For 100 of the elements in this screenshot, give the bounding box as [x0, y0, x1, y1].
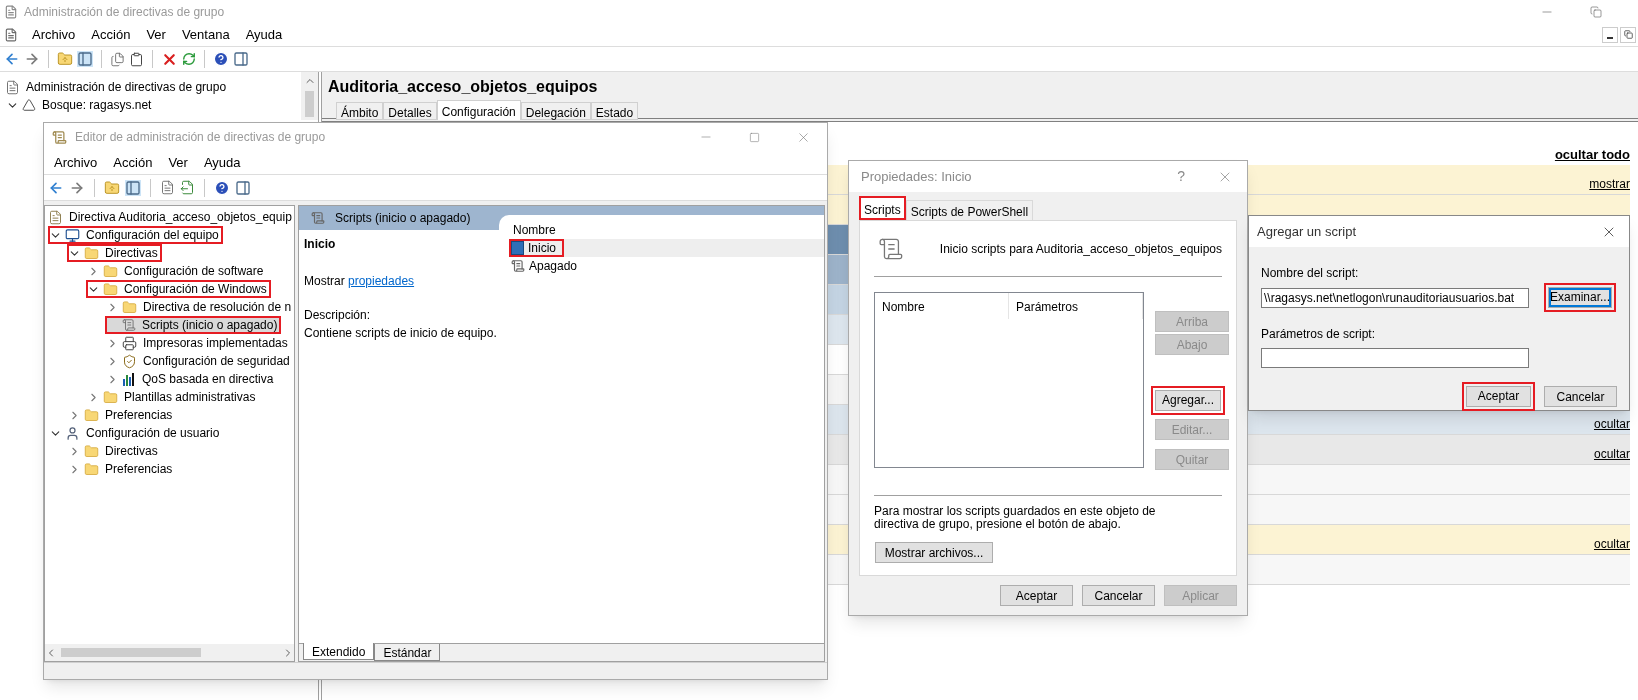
tree-item[interactable]: Directiva de resolución de n	[105, 298, 294, 316]
menu-item[interactable]: Ver	[160, 150, 196, 175]
help-icon[interactable]	[213, 51, 229, 67]
menu-item[interactable]: Ver	[138, 22, 174, 47]
view-tab[interactable]: Estándar	[374, 644, 441, 661]
action-pane-icon[interactable]	[235, 179, 251, 196]
list-item[interactable]: Apagado	[509, 257, 586, 275]
maximize-icon[interactable]	[749, 131, 760, 143]
menu-item[interactable]: Archivo	[24, 22, 84, 47]
shield-icon	[122, 353, 137, 369]
tree-item[interactable]: Configuración de seguridad	[105, 352, 294, 370]
restore-icon	[1623, 30, 1633, 39]
tab[interactable]: Delegación	[520, 102, 591, 120]
tree-item[interactable]: Preferencias	[67, 460, 177, 478]
scrollbar-thumb[interactable]	[305, 91, 314, 117]
list-item[interactable]: Inicio	[509, 239, 564, 257]
forward-icon[interactable]	[24, 51, 40, 67]
show-properties-text: Mostrar propiedades	[304, 273, 416, 290]
pane-title: Scripts (inicio o apagado)	[335, 210, 471, 227]
back-icon[interactable]	[4, 51, 20, 67]
folder-icon	[103, 389, 118, 405]
browse-button[interactable]: Examinar...	[1544, 283, 1616, 312]
properties-icon[interactable]	[160, 180, 175, 195]
restore-icon[interactable]	[1590, 5, 1602, 18]
column-header[interactable]: Parámetros	[1009, 293, 1143, 319]
script-name-field[interactable]: \\ragasys.net\netlogon\runauditoriausuarios.bat	[1261, 287, 1529, 308]
tree-item[interactable]: Plantillas administrativas	[86, 388, 260, 406]
tree-item[interactable]: Directivas	[67, 244, 162, 262]
field-label: Nombre del script:	[1261, 265, 1360, 282]
user-icon	[65, 425, 80, 441]
tree-item[interactable]: Configuración de Windows	[86, 280, 271, 298]
properties-link[interactable]: propiedades	[348, 274, 415, 288]
tree-item[interactable]: Administración de directivas de grupo	[5, 78, 231, 96]
refresh-icon[interactable]	[182, 52, 196, 66]
folder-up-icon[interactable]	[104, 179, 120, 196]
tab[interactable]: Ámbito	[336, 102, 384, 120]
document-icon	[4, 27, 18, 42]
tree-item[interactable]: Preferencias	[67, 406, 177, 424]
folder-icon	[84, 443, 99, 459]
tree-item[interactable]: Configuración del equipo	[48, 226, 223, 244]
menu-item[interactable]: Ventana	[173, 22, 238, 47]
child-minimize-button[interactable]	[1602, 26, 1618, 43]
hide-all-link[interactable]: ocultar todo	[1554, 144, 1630, 164]
toggle-link[interactable]: ocultar	[1593, 415, 1630, 433]
tree-item[interactable]: Configuración de usuario	[48, 424, 224, 442]
scripts-list[interactable]: Nombre Parámetros	[874, 292, 1144, 468]
tree-item[interactable]: Bosque: ragasys.net	[5, 96, 156, 114]
tab[interactable]: Scripts de PowerShell	[905, 200, 1034, 220]
toggle-link[interactable]: ocultar	[1593, 535, 1630, 553]
script-parameters-field[interactable]	[1261, 348, 1529, 368]
folder-icon	[103, 281, 118, 297]
folder-up-icon[interactable]	[57, 51, 73, 67]
note-text: Para mostrar los scripts guardados en este objeto de directiva de grupo, presione el botón de abajo.	[874, 505, 1157, 531]
tab[interactable]: Configuración	[436, 100, 521, 120]
tab[interactable]: Scripts	[859, 196, 906, 220]
document-icon	[48, 209, 63, 225]
tree-item[interactable]: Directivas	[67, 442, 162, 460]
side-button[interactable]: Agregar...	[1151, 386, 1225, 415]
menu-item[interactable]: Ayuda	[195, 150, 249, 175]
column-header[interactable]: Nombre	[875, 293, 1009, 319]
dialog-heading: Inicio scripts para Auditoria_acceso_objetos_equipos	[939, 240, 1222, 258]
field-label: Parámetros de script:	[1261, 326, 1377, 343]
tab[interactable]: Detalles	[383, 102, 437, 120]
help-button[interactable]: ?	[1177, 166, 1185, 187]
scrollbar[interactable]	[301, 72, 318, 120]
toggle-link[interactable]: ocultar	[1593, 445, 1630, 463]
tree-item[interactable]: Directiva Auditoria_acceso_objetos_equip	[48, 208, 294, 226]
column-header[interactable]: Nombre	[509, 221, 824, 239]
folder-icon	[103, 263, 118, 279]
item-title: Inicio	[304, 236, 337, 253]
menu-item[interactable]: Ayuda	[237, 22, 291, 47]
app-icon	[4, 4, 18, 19]
view-tab[interactable]: Extendido	[303, 643, 375, 660]
menu-item[interactable]: Archivo	[46, 150, 106, 175]
tree-item[interactable]: Scripts (inicio o apagado)	[105, 316, 282, 334]
tree-item[interactable]: QoS basada en directiva	[105, 370, 278, 388]
horizontal-scrollbar[interactable]	[45, 644, 294, 661]
dialog-button[interactable]: Cancelar	[1544, 386, 1617, 407]
printer-icon	[122, 335, 137, 351]
console-tree-icon[interactable]	[125, 179, 141, 196]
action-pane-icon[interactable]	[233, 51, 249, 67]
dialog-button[interactable]: Aceptar	[1462, 382, 1535, 411]
tree-item[interactable]: Configuración de software	[86, 262, 268, 280]
tree-item[interactable]: Impresoras implementadas	[105, 334, 292, 352]
toggle-link[interactable]: mostrar	[1589, 175, 1630, 193]
window-title: Administración de directivas de grupo	[24, 3, 225, 21]
export-icon[interactable]	[180, 180, 195, 195]
show-files-button[interactable]: Mostrar archivos...	[875, 542, 993, 563]
console-tree-icon[interactable]	[77, 51, 93, 67]
folder-icon	[84, 461, 99, 477]
bar-chart-icon	[122, 372, 136, 386]
menu-item[interactable]: Acción	[83, 22, 139, 47]
gpo-title: Auditoria_acceso_objetos_equipos	[328, 77, 599, 97]
dialog-button[interactable]: Cancelar	[1082, 585, 1155, 606]
description-label: Descripción:	[304, 307, 372, 324]
menu-item[interactable]: Acción	[105, 150, 161, 175]
tab[interactable]: Estado	[590, 102, 639, 120]
clipboard-icon[interactable]	[129, 51, 144, 67]
help-icon[interactable]	[214, 179, 230, 196]
dialog-button[interactable]: Aceptar	[1000, 585, 1073, 606]
